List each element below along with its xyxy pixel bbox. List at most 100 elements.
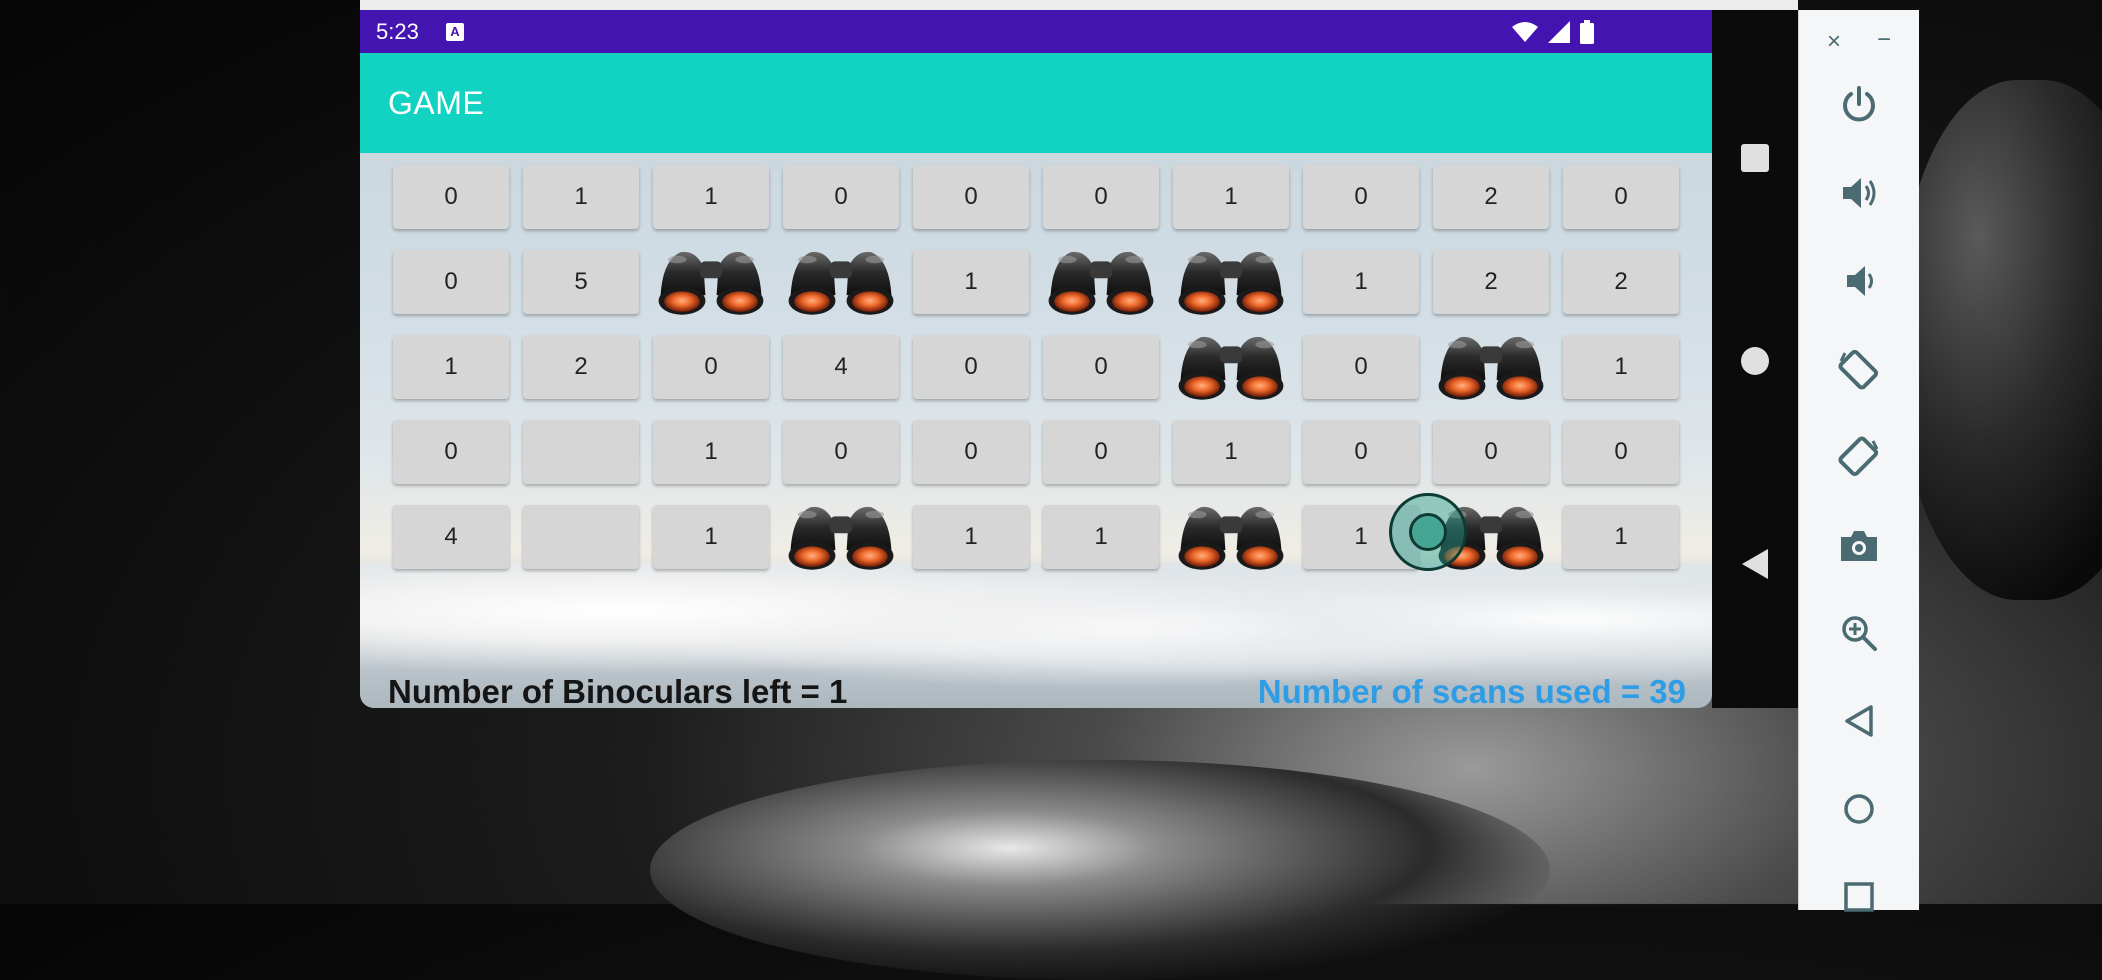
grid-cell-value: 0 [834,183,848,210]
grid-cell-binoculars[interactable] [1173,250,1289,315]
grid-cell[interactable]: 0 [1043,335,1159,399]
binoculars-icon [1178,251,1284,315]
grid-cell-binoculars[interactable] [1173,335,1289,400]
volume-up-icon [1843,178,1876,208]
grid-cell[interactable]: 0 [913,420,1029,484]
binoculars-left-label: Number of Binoculars left = 1 [388,673,848,708]
notification-icon: A [446,23,464,41]
grid-cell-binoculars[interactable] [783,505,899,570]
grid-cell[interactable]: 0 [1043,420,1159,484]
background-wallpaper-shadow [1900,80,2102,600]
grid-cell[interactable]: 0 [913,335,1029,399]
grid-cell[interactable]: 1 [1563,335,1679,399]
power-button[interactable] [1829,75,1889,135]
grid-cell-value: 2 [1614,268,1628,295]
screenshot-button[interactable] [1829,515,1889,575]
volume-down-icon [1847,266,1873,296]
grid-cell[interactable]: 2 [523,335,639,399]
zoom-icon [1842,616,1877,651]
grid-cell[interactable]: 1 [1173,165,1289,229]
grid-cell-value: 5 [574,268,588,295]
touch-indicator [1389,493,1467,571]
close-button[interactable]: × [1827,28,1841,56]
emulator-back-button[interactable] [1829,691,1889,751]
grid-cell[interactable]: 1 [523,165,639,229]
grid-cell[interactable] [523,420,639,484]
grid-cell-value: 0 [444,183,458,210]
volume-down-button[interactable] [1829,251,1889,311]
app-title: GAME [388,85,485,121]
volume-up-button[interactable] [1829,163,1889,223]
phone-navigation-bar [1712,10,1798,708]
grid-cell-value: 0 [444,438,458,465]
grid-cell-value: 0 [1354,438,1368,465]
grid-cell[interactable]: 1 [1043,505,1159,569]
grid-cell[interactable]: 0 [1433,420,1549,484]
grid-cell[interactable]: 1 [913,505,1029,569]
grid-cell-value: 0 [834,438,848,465]
grid-cell[interactable]: 0 [393,165,509,229]
grid-cell[interactable]: 2 [1433,250,1549,314]
grid-cell[interactable]: 1 [653,420,769,484]
back-button[interactable] [1742,549,1768,584]
grid-cell[interactable]: 4 [393,505,509,569]
grid-cell-value: 2 [574,353,588,380]
home-button[interactable] [1741,347,1769,380]
rotate-right-icon [1838,436,1879,477]
grid-cell[interactable]: 1 [653,505,769,569]
grid-cell-binoculars[interactable] [1173,505,1289,570]
grid-cell[interactable]: 5 [523,250,639,314]
grid-cell[interactable]: 2 [1433,165,1549,229]
grid-cell[interactable]: 1 [1303,250,1419,314]
binoculars-icon [1178,506,1284,570]
grid-cell-binoculars[interactable] [783,250,899,315]
grid-cell[interactable]: 1 [1173,420,1289,484]
grid-cell[interactable]: 2 [1563,250,1679,314]
zoom-button[interactable] [1829,603,1889,663]
minimize-button[interactable]: − [1877,26,1891,54]
grid-cell[interactable]: 1 [913,250,1029,314]
emulator-home-button[interactable] [1829,779,1889,839]
rotate-left-button[interactable] [1829,339,1889,399]
grid-cell[interactable]: 0 [393,250,509,314]
grid-cell-value: 0 [964,353,978,380]
grid-cell-value: 0 [1484,438,1498,465]
grid-cell-value: 1 [1354,268,1368,295]
grid-cell[interactable]: 0 [1563,165,1679,229]
grid-cell[interactable]: 0 [1303,335,1419,399]
grid-cell-value: 2 [1484,268,1498,295]
grid-cell[interactable]: 0 [913,165,1029,229]
grid-cell[interactable]: 1 [1563,505,1679,569]
grid-cell[interactable] [523,505,639,569]
grid-cell[interactable]: 1 [653,165,769,229]
rotate-right-button[interactable] [1829,427,1889,487]
grid-cell[interactable]: 0 [1303,420,1419,484]
home-icon [1844,794,1874,824]
grid-cell[interactable]: 0 [783,420,899,484]
grid-cell[interactable]: 1 [393,335,509,399]
grid-cell[interactable]: 0 [1563,420,1679,484]
grid-cell-value: 1 [1354,523,1368,550]
camera-icon [1841,531,1877,561]
grid-cell[interactable]: 0 [1303,165,1419,229]
grid-cell[interactable]: 0 [653,335,769,399]
grid-cell-value: 0 [1614,438,1628,465]
grid-cell-value: 2 [1484,183,1498,210]
binoculars-icon [1438,336,1544,400]
grid-cell-binoculars[interactable] [1433,335,1549,400]
grid-cell[interactable]: 4 [783,335,899,399]
grid-cell[interactable]: 0 [1043,165,1159,229]
battery-icon [1580,20,1594,44]
grid-cell[interactable]: 0 [783,165,899,229]
emulator-overview-button[interactable] [1829,867,1889,927]
grid-cell-value: 0 [964,183,978,210]
grid-cell[interactable]: 0 [393,420,509,484]
signal-icon [1548,21,1570,43]
grid-cell-value: 0 [1354,183,1368,210]
overview-icon [1844,882,1874,912]
grid-cell-value: 1 [704,438,718,465]
grid-cell-binoculars[interactable] [1043,250,1159,315]
grid-cell-value: 1 [964,523,978,550]
grid-cell-binoculars[interactable] [653,250,769,315]
overview-button[interactable] [1741,144,1769,177]
